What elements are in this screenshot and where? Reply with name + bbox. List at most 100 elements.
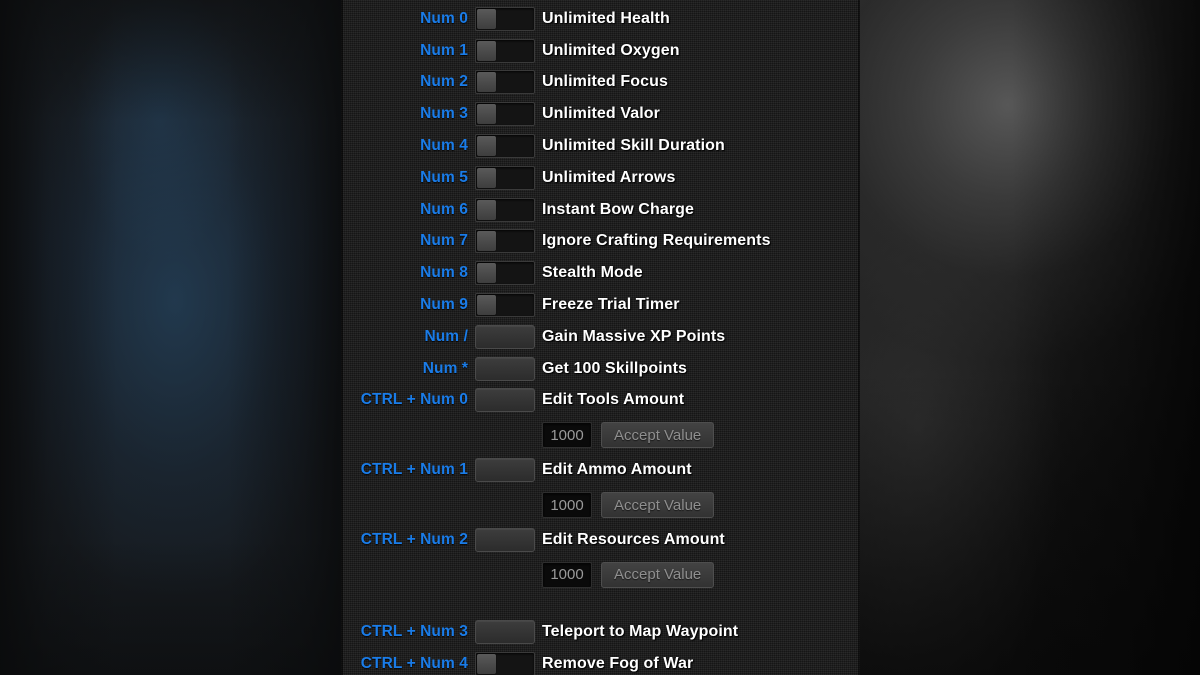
- cheat-row[interactable]: CTRL + Num 3 Teleport to Map Waypoint: [341, 616, 860, 648]
- cheat-label: Unlimited Oxygen: [542, 41, 680, 59]
- cheat-row[interactable]: Num 4 Unlimited Skill Duration: [341, 130, 860, 162]
- control-cell: [475, 388, 542, 413]
- hotkey-label: Num 7: [420, 232, 468, 250]
- cheat-row[interactable]: Num 7 Ignore Crafting Requirements: [341, 226, 860, 258]
- toggle-knob-icon: [477, 167, 496, 188]
- cheat-label: Freeze Trial Timer: [542, 296, 680, 314]
- toggle-knob-icon: [477, 104, 496, 125]
- button-edit-tools-amount[interactable]: [475, 388, 535, 413]
- cheat-label: Unlimited Focus: [542, 73, 668, 91]
- cheat-label: Teleport to Map Waypoint: [542, 622, 739, 640]
- toggle-instant-bow-charge[interactable]: [475, 197, 535, 222]
- cheat-label: Unlimited Arrows: [542, 168, 676, 186]
- value-editor-resources: 1000 Accept Value: [341, 556, 860, 594]
- toggle-ignore-crafting-requirements[interactable]: [475, 229, 535, 254]
- cheat-row[interactable]: Num 6 Instant Bow Charge: [341, 194, 860, 226]
- hotkey-label: CTRL + Num 3: [360, 622, 468, 640]
- toggle-unlimited-valor[interactable]: [475, 102, 535, 127]
- toggle-unlimited-oxygen[interactable]: [475, 38, 535, 63]
- button-teleport-to-map-waypoint[interactable]: [475, 619, 535, 644]
- toggle-knob-icon: [477, 8, 496, 29]
- hotkey-label: Num *: [422, 359, 468, 377]
- cheat-label: Edit Tools Amount: [542, 391, 685, 409]
- button-gain-massive-xp-points[interactable]: [475, 324, 535, 349]
- toggle-freeze-trial-timer[interactable]: [475, 293, 535, 318]
- hotkey-label: CTRL + Num 4: [360, 654, 468, 672]
- toggle-knob-icon: [477, 136, 496, 157]
- hotkey-label: CTRL + Num 2: [360, 531, 468, 549]
- control-cell: [475, 38, 542, 63]
- toggle-unlimited-focus[interactable]: [475, 70, 535, 95]
- control-cell: [475, 102, 542, 127]
- toggle-remove-fog-of-war[interactable]: [475, 651, 535, 675]
- tools-amount-input[interactable]: 1000: [542, 422, 592, 449]
- button-get-100-skillpoints[interactable]: [475, 356, 535, 381]
- accept-value-button-tools[interactable]: Accept Value: [601, 422, 715, 449]
- control-cell: [475, 619, 542, 644]
- trainer-window: Num 0 Unlimited Health Num 1 Unlimited O…: [0, 0, 1200, 675]
- background-right-vignette: [858, 0, 1200, 675]
- control-cell: [475, 165, 542, 190]
- cheat-row[interactable]: Num 3 Unlimited Valor: [341, 98, 860, 130]
- cheat-row[interactable]: CTRL + Num 1 Edit Ammo Amount: [341, 454, 860, 486]
- button-edit-resources-amount[interactable]: [475, 528, 535, 553]
- background-left-vignette: [0, 0, 345, 675]
- hotkey-label: Num 2: [420, 73, 468, 91]
- hotkey-label: Num 8: [420, 264, 468, 282]
- cheat-row[interactable]: Num 5 Unlimited Arrows: [341, 162, 860, 194]
- cheat-row[interactable]: Num 1 Unlimited Oxygen: [341, 35, 860, 67]
- cheat-row[interactable]: CTRL + Num 0 Edit Tools Amount: [341, 385, 860, 417]
- toggle-unlimited-arrows[interactable]: [475, 165, 535, 190]
- hotkey-label: Num 5: [420, 168, 468, 186]
- value-editor-tools: 1000 Accept Value: [341, 416, 860, 454]
- cheat-list-panel: Num 0 Unlimited Health Num 1 Unlimited O…: [341, 0, 860, 675]
- control-cell: [475, 458, 542, 483]
- toggle-unlimited-health[interactable]: [475, 6, 535, 31]
- ammo-amount-input[interactable]: 1000: [542, 492, 592, 519]
- control-cell: [475, 70, 542, 95]
- toggle-knob-icon: [477, 231, 496, 252]
- hotkey-label: CTRL + Num 1: [360, 461, 468, 479]
- resources-amount-input[interactable]: 1000: [542, 561, 592, 588]
- accept-value-button-ammo[interactable]: Accept Value: [601, 492, 715, 519]
- toggle-knob-icon: [477, 72, 496, 93]
- cheat-row[interactable]: CTRL + Num 4 Remove Fog of War: [341, 648, 860, 675]
- control-cell: [475, 324, 542, 349]
- cheat-label: Stealth Mode: [542, 264, 643, 282]
- control-cell: [475, 528, 542, 553]
- cheat-row[interactable]: Num * Get 100 Skillpoints: [341, 353, 860, 385]
- control-cell: [475, 134, 542, 159]
- toggle-knob-icon: [477, 295, 496, 316]
- cheat-row[interactable]: Num 2 Unlimited Focus: [341, 67, 860, 99]
- toggle-knob-icon: [477, 199, 496, 220]
- button-edit-ammo-amount[interactable]: [475, 458, 535, 483]
- cheat-row[interactable]: CTRL + Num 2 Edit Resources Amount: [341, 524, 860, 556]
- toggle-knob-icon: [477, 40, 496, 61]
- cheat-label: Unlimited Valor: [542, 105, 660, 123]
- cheat-label: Unlimited Health: [542, 9, 670, 27]
- cheat-label: Ignore Crafting Requirements: [542, 232, 771, 250]
- cheat-label: Unlimited Skill Duration: [542, 137, 725, 155]
- hotkey-label: Num /: [424, 327, 468, 345]
- cheat-label: Edit Resources Amount: [542, 531, 725, 549]
- toggle-unlimited-skill-duration[interactable]: [475, 134, 535, 159]
- cheat-label: Edit Ammo Amount: [542, 461, 692, 479]
- control-cell: [475, 293, 542, 318]
- cheat-row[interactable]: Num 0 Unlimited Health: [341, 3, 860, 35]
- hotkey-label: Num 1: [420, 41, 468, 59]
- control-cell: [475, 197, 542, 222]
- control-cell: [475, 651, 542, 675]
- control-cell: [475, 229, 542, 254]
- cheat-row[interactable]: Num 8 Stealth Mode: [341, 257, 860, 289]
- cheat-label: Instant Bow Charge: [542, 200, 695, 218]
- toggle-stealth-mode[interactable]: [475, 261, 535, 286]
- hotkey-label: Num 9: [420, 296, 468, 314]
- accept-value-button-resources[interactable]: Accept Value: [601, 561, 715, 588]
- cheat-row[interactable]: Num / Gain Massive XP Points: [341, 321, 860, 353]
- hotkey-label: Num 0: [420, 9, 468, 27]
- control-cell: [475, 356, 542, 381]
- control-cell: [475, 261, 542, 286]
- control-cell: [475, 6, 542, 31]
- cheat-row[interactable]: Num 9 Freeze Trial Timer: [341, 289, 860, 321]
